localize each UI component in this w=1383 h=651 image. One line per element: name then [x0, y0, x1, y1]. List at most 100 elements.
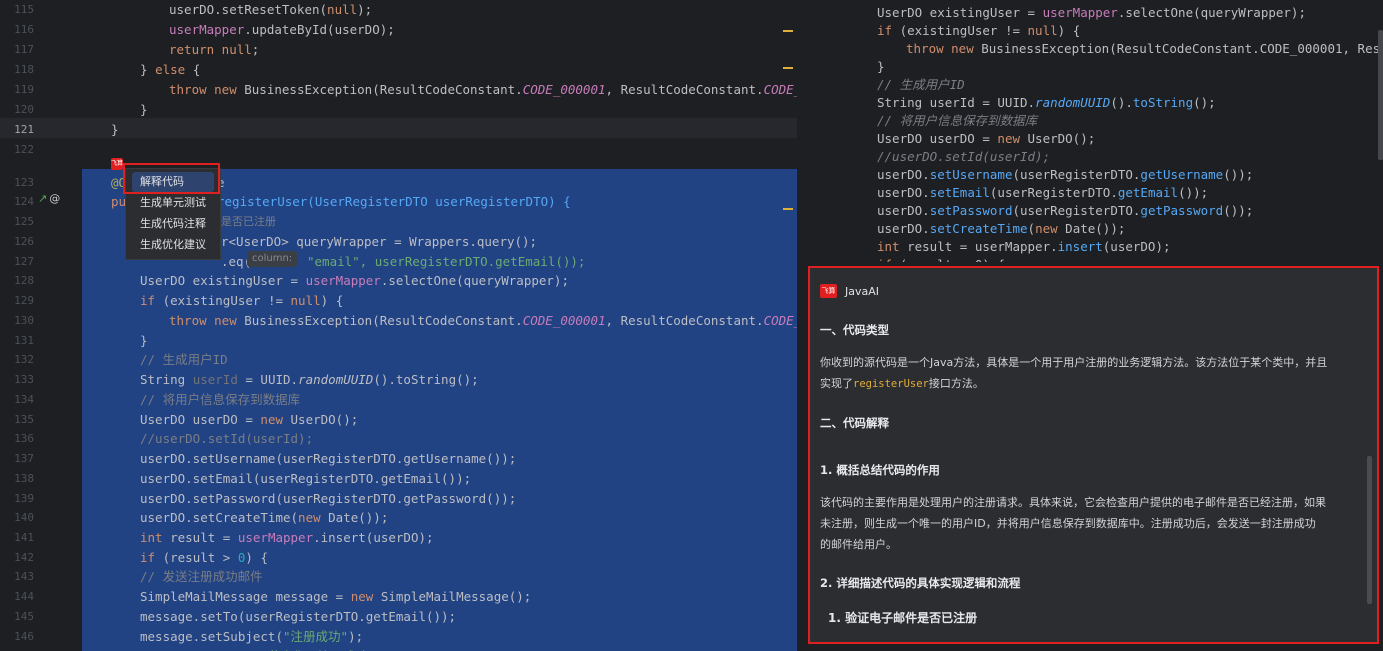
menu-item-generate-unit-test[interactable]: 生成单元测试 — [140, 193, 206, 213]
code-text: userDO.setPassword(userRegisterDTO.getPa… — [140, 491, 517, 506]
preview-code-line: int result = userMapper.insert(userDO); — [877, 239, 1171, 254]
code-line[interactable]: 140 userDO.setCreateTime(new Date()); — [0, 508, 797, 528]
code-text: return null; — [169, 42, 260, 57]
code-line[interactable]: 135 UserDO userDO = new UserDO(); — [0, 410, 797, 430]
code-text: } — [140, 333, 148, 348]
menu-item-generate-comments[interactable]: 生成代码注释 — [140, 214, 206, 234]
line-number: 127 — [14, 255, 34, 268]
line-number: 135 — [14, 413, 34, 426]
code-line[interactable]: 134 // 将用户信息保存到数据库 — [0, 390, 797, 410]
preview-code-line: userDO.setEmail(userRegisterDTO.getEmail… — [877, 185, 1209, 200]
code-line[interactable]: 143 // 发送注册成功邮件 — [0, 567, 797, 587]
line-number: 140 — [14, 511, 34, 524]
line-number: 138 — [14, 472, 34, 485]
code-text: throw new BusinessException(ResultCodeCo… — [169, 313, 797, 328]
javaai-plugin-icon[interactable]: 飞算 — [111, 158, 123, 170]
code-line[interactable]: 137 userDO.setUsername(userRegisterDTO.ge… — [0, 449, 797, 469]
preview-code-line: userDO.setCreateTime(new Date()); — [877, 221, 1126, 236]
line-number: 121 — [14, 123, 34, 136]
preview-scrollbar[interactable] — [1378, 30, 1383, 160]
inline-code: registerUser — [853, 378, 929, 390]
code-text: int result = userMapper.insert(userDO); — [140, 530, 434, 545]
implement-icon[interactable]: ↗ — [38, 192, 47, 205]
line-number: 143 — [14, 570, 34, 583]
line-number: 119 — [14, 83, 34, 96]
code-line[interactable]: 147 message.setText("恭喜您，注册成功！"); — [0, 647, 797, 651]
preview-code-line: if (result > 0) { — [877, 256, 1005, 262]
code-line[interactable]: 136 //userDO.setId(userId); — [0, 429, 797, 449]
annotation-icon[interactable]: @ — [49, 192, 60, 205]
warning-marker[interactable] — [783, 208, 793, 210]
line-number: 141 — [14, 531, 34, 544]
code-line[interactable]: 120} — [0, 100, 797, 120]
code-text: // 生成用户ID — [140, 352, 228, 367]
code-line[interactable]: 128 UserDO existingUser = userMapper.sele… — [0, 271, 797, 291]
line-number: 120 — [14, 103, 34, 116]
menu-item-optimization-advice[interactable]: 生成优化建议 — [140, 235, 206, 255]
code-text: } else { — [140, 62, 201, 77]
line-number: 134 — [14, 393, 34, 406]
code-line[interactable]: 123 @O — [0, 173, 797, 193]
section-heading: 一、代码类型 — [820, 323, 889, 337]
code-text: String userId = UUID.randomUUID().toStri… — [140, 372, 479, 387]
line-number: 130 — [14, 314, 34, 327]
ai-panel-scrollbar[interactable] — [1367, 456, 1372, 604]
code-line[interactable]: 132 // 生成用户ID — [0, 350, 797, 370]
preview-code-line: // 将用户信息保存到数据库 — [877, 113, 1038, 128]
javaai-logo-icon: 飞算 — [820, 284, 837, 298]
code-line[interactable]: 146 message.setSubject("注册成功"); — [0, 627, 797, 647]
line-number: 136 — [14, 432, 34, 445]
code-line[interactable]: 125 — [0, 212, 797, 232]
code-line[interactable]: 131} — [0, 331, 797, 351]
preview-code-line: if (existingUser != null) { — [877, 23, 1081, 38]
code-line[interactable]: 121} — [0, 120, 797, 140]
line-number: 129 — [14, 294, 34, 307]
code-line[interactable]: 116 userMapper.updateById(userDO); — [0, 20, 797, 40]
code-editor[interactable]: 115 userDO.setResetToken(null); 116 userMap… — [0, 0, 797, 651]
code-line[interactable]: 122 — [0, 140, 797, 160]
paragraph-line: 该代码的主要作用是处理用户的注册请求。具体来说，它会检查用户提供的电子邮件是否已… — [820, 496, 1326, 509]
code-line[interactable]: 119 throw new BusinessException(ResultCod… — [0, 80, 797, 100]
preview-code-pane[interactable]: UserDO existingUser = userMapper.selectO… — [808, 0, 1383, 262]
subheading: 2. 详细描述代码的具体实现逻辑和流程 — [820, 576, 1021, 590]
code-line[interactable]: 141 int result = userMapper.insert(userDO… — [0, 528, 797, 548]
code-text: //userDO.setId(userId); — [140, 431, 314, 446]
code-text: SimpleMailMessage message = new SimpleMa… — [140, 589, 532, 604]
code-text: userDO.setResetToken(null); — [169, 2, 373, 17]
code-line[interactable]: 130 throw new BusinessException(ResultCod… — [0, 311, 797, 331]
code-line[interactable]: 139 userDO.setPassword(userRegisterDTO.ge… — [0, 489, 797, 509]
line-number: 126 — [14, 235, 34, 248]
code-line[interactable]: 138 userDO.setEmail(userRegisterDTO.getEm… — [0, 469, 797, 489]
code-line[interactable]: 129 if (existingUser != null) { — [0, 291, 797, 311]
code-line[interactable]: 115 userDO.setResetToken(null); — [0, 0, 797, 20]
gutter-icons: ↗ @ — [38, 192, 60, 205]
list-item: 1. 验证电子邮件是否已注册 — [828, 611, 978, 625]
code-line[interactable]: 145 message.setTo(userRegisterDTO.getEmai… — [0, 607, 797, 627]
preview-code-line: UserDO existingUser = userMapper.selectO… — [877, 5, 1306, 20]
code-text: // 将用户信息保存到数据库 — [140, 392, 301, 407]
code-line[interactable]: 144 SimpleMailMessage message = new Simpl… — [0, 587, 797, 607]
line-number: 137 — [14, 452, 34, 465]
line-number: 131 — [14, 334, 34, 347]
code-line[interactable]: 142 if (result > 0) { — [0, 548, 797, 568]
code-text: message.setTo(userRegisterDTO.getEmail()… — [140, 609, 457, 624]
parameter-hint: column: — [247, 251, 298, 267]
comment-fragment: 是否已注册 — [221, 215, 276, 228]
code-text: message.setSubject("注册成功"); — [140, 629, 364, 644]
code-text: } — [140, 102, 148, 117]
paragraph-line: 的邮件给用户。 — [820, 538, 897, 551]
code-line[interactable]: 133 String userId = UUID.randomUUID().toS… — [0, 370, 797, 390]
paragraph: 你收到的源代码是一个Java方法，具体是一个用于用户注册的业务逻辑方法。该方法位… — [820, 352, 1360, 395]
line-number: 145 — [14, 610, 34, 623]
code-text: userDO.setCreateTime(new Date()); — [140, 510, 389, 525]
warning-marker[interactable] — [783, 30, 793, 32]
line-number: 128 — [14, 274, 34, 287]
line-number: 146 — [14, 630, 34, 643]
preview-code-line: } — [877, 59, 885, 74]
code-line[interactable]: 118} else { — [0, 60, 797, 80]
line-number: 133 — [14, 373, 34, 386]
warning-marker[interactable] — [783, 67, 793, 69]
code-text: if (result > 0) { — [140, 550, 268, 565]
code-line[interactable]: 117 return null; — [0, 40, 797, 60]
ai-title: JavaAI — [845, 284, 880, 298]
